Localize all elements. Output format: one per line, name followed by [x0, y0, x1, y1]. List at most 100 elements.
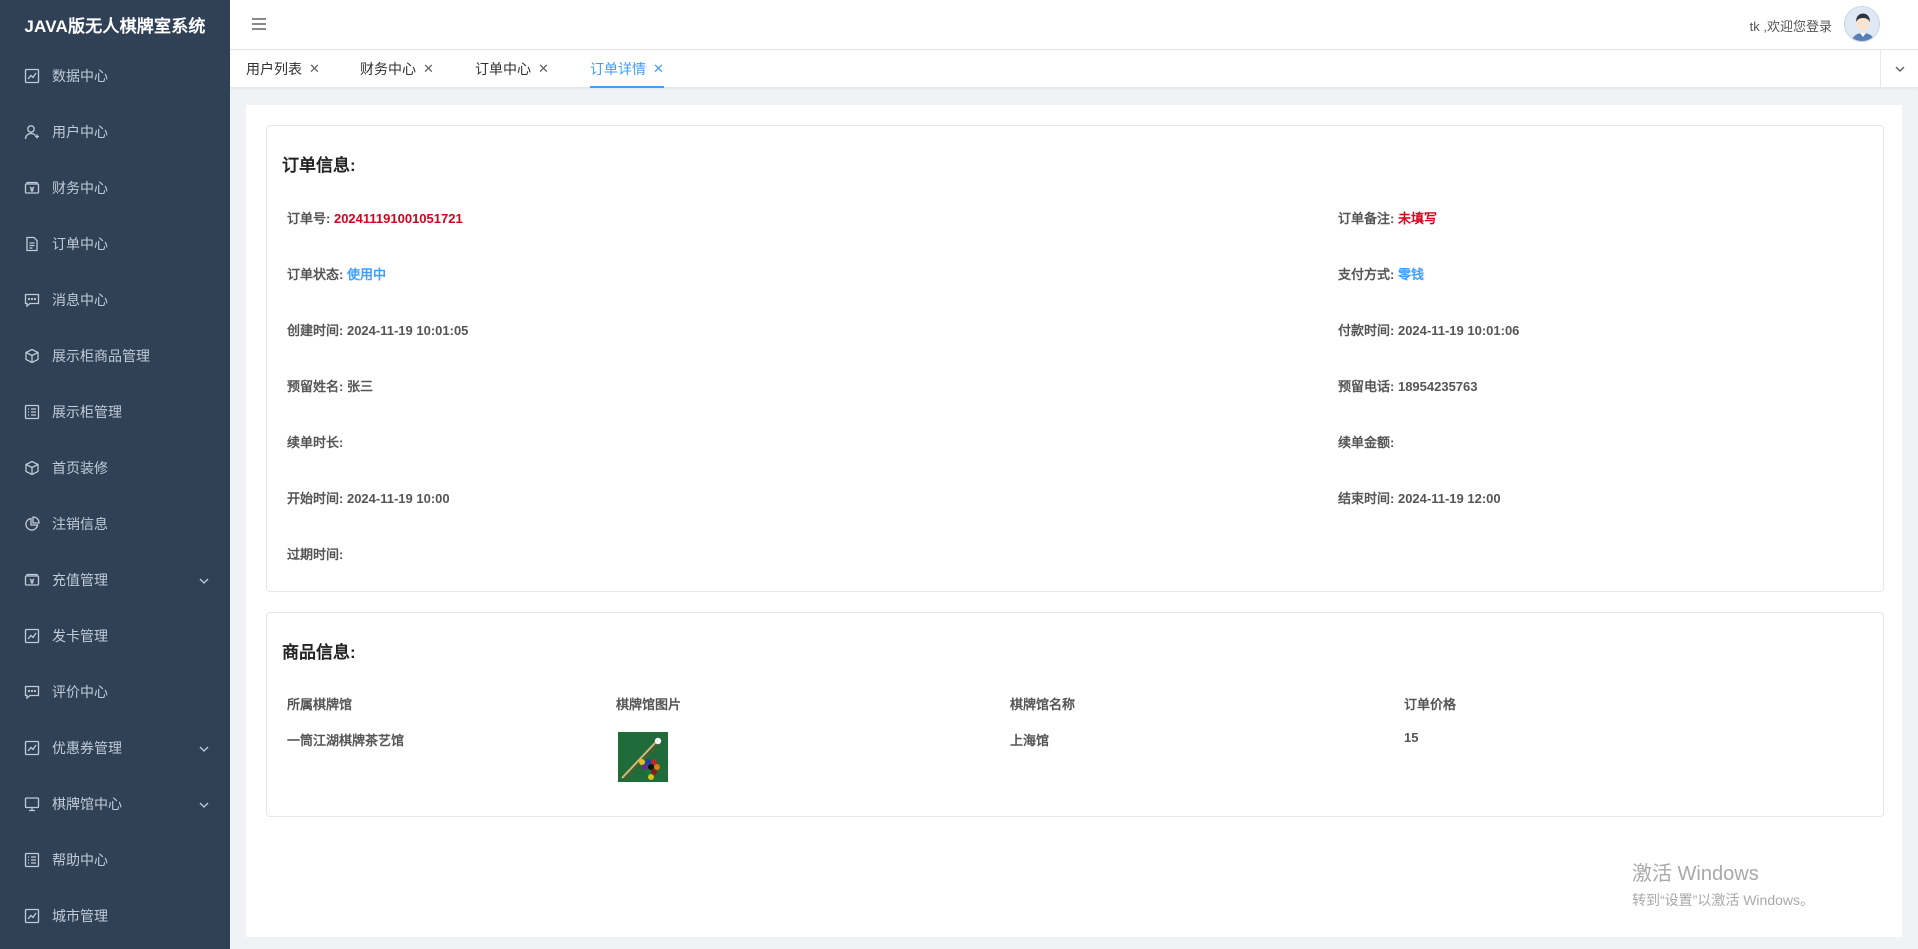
sidebar-item-card-issuing[interactable]: 发卡管理 — [0, 608, 230, 664]
order-status-label: 订单状态: — [287, 267, 344, 282]
created-time-field: 创建时间: 2024-11-19 10:01:05 — [287, 320, 468, 339]
sidebar-item-cancellation[interactable]: 注销信息 — [0, 496, 230, 552]
sidebar-item-finance-center[interactable]: 财务中心 — [0, 160, 230, 216]
chevron-down-icon — [198, 798, 210, 810]
sidebar-item-label: 帮助中心 — [52, 852, 108, 868]
tab-user-list[interactable]: 用户列表 ✕ — [246, 50, 320, 88]
chevron-down-icon — [198, 742, 210, 754]
billiards-image — [618, 732, 668, 782]
expire-time-field: 过期时间: — [287, 544, 343, 563]
tab-order-detail[interactable]: 订单详情 ✕ — [590, 50, 664, 88]
close-icon[interactable]: ✕ — [538, 61, 549, 77]
sidebar-item-label: 发卡管理 — [52, 628, 108, 644]
payment-method-field: 支付方式: 零钱 — [1338, 264, 1424, 283]
column-header-hall-image: 棋牌馆图片 — [616, 697, 682, 712]
app-title: JAVA版无人棋牌室系统 — [24, 16, 206, 36]
sidebar-item-showcase[interactable]: 展示柜管理 — [0, 384, 230, 440]
chart-icon — [24, 740, 40, 756]
sidebar-item-data-center[interactable]: 数据中心 — [0, 48, 230, 104]
close-icon[interactable]: ✕ — [309, 61, 320, 77]
box-icon — [24, 460, 40, 476]
chevron-down-icon — [1894, 66, 1905, 73]
list-icon — [24, 404, 40, 420]
order-info-title: 订单信息: — [282, 156, 356, 175]
payment-method-label: 支付方式: — [1338, 267, 1395, 282]
renew-amount-field: 续单金额: — [1338, 432, 1394, 451]
avatar[interactable] — [1844, 6, 1880, 42]
reserved-name-field: 预留姓名: 张三 — [287, 376, 373, 395]
sidebar-item-label: 充值管理 — [52, 572, 108, 588]
tab-order-center[interactable]: 订单中心 ✕ — [475, 50, 549, 88]
sidebar-item-label: 财务中心 — [52, 180, 108, 196]
hall-name-value: 上海馆 — [1010, 733, 1050, 748]
box-icon — [24, 348, 40, 364]
sidebar-item-review-center[interactable]: 评价中心 — [0, 664, 230, 720]
pie-icon — [24, 516, 40, 532]
sidebar-item-label: 优惠券管理 — [52, 740, 122, 756]
order-no-label: 订单号: — [287, 211, 331, 226]
goods-info-title: 商品信息: — [282, 643, 356, 662]
sidebar-item-home-decoration[interactable]: 首页装修 — [0, 440, 230, 496]
reserved-name-label: 预留姓名: — [287, 379, 344, 394]
message-icon — [24, 684, 40, 700]
order-remark-label: 订单备注: — [1338, 211, 1395, 226]
chart-icon — [24, 908, 40, 924]
sidebar-item-label: 数据中心 — [52, 68, 108, 84]
tab-label: 订单详情 — [590, 61, 646, 77]
order-no-value: 202411191001051721 — [333, 211, 463, 226]
sidebar-item-message-center[interactable]: 消息中心 — [0, 272, 230, 328]
created-time-value: 2024-11-19 10:01:05 — [346, 323, 469, 338]
windows-activation-watermark: 激活 Windows 转到“设置”以激活 Windows。 — [1632, 857, 1814, 910]
sidebar-item-order-center[interactable]: 订单中心 — [0, 216, 230, 272]
reserved-phone-field: 预留电话: 18954235763 — [1338, 376, 1478, 395]
sidebar-item-label: 注销信息 — [52, 516, 108, 532]
main-content: 订单信息: 订单号: 202411191001051721 订单备注: 未填写 … — [246, 105, 1902, 937]
created-time-label: 创建时间: — [287, 323, 344, 338]
renew-duration-label: 续单时长: — [287, 435, 344, 450]
end-time-label: 结束时间: — [1338, 491, 1395, 506]
renew-amount-label: 续单金额: — [1338, 435, 1395, 450]
order-remark-field: 订单备注: 未填写 — [1338, 208, 1437, 227]
sidebar-item-showcase-goods[interactable]: 展示柜商品管理 — [0, 328, 230, 384]
start-time-field: 开始时间: 2024-11-19 10:00 — [287, 488, 450, 507]
sidebar-item-coupons[interactable]: 优惠券管理 — [0, 720, 230, 776]
close-icon[interactable]: ✕ — [653, 61, 664, 77]
tab-dropdown-button[interactable] — [1880, 50, 1918, 88]
order-info-card: 订单信息: 订单号: 202411191001051721 订单备注: 未填写 … — [266, 125, 1884, 592]
top-header: tk ,欢迎您登录 — [230, 0, 1918, 50]
expire-time-label: 过期时间: — [287, 547, 344, 562]
reserved-phone-label: 预留电话: — [1338, 379, 1395, 394]
sidebar-item-label: 首页装修 — [52, 460, 108, 476]
tab-bar: 用户列表 ✕ 财务中心 ✕ 订单中心 ✕ 订单详情 ✕ — [230, 50, 1918, 88]
column-header-order-price: 订单价格 — [1404, 697, 1457, 712]
sidebar-item-label: 棋牌馆中心 — [52, 796, 122, 812]
reserved-phone-value: 18954235763 — [1397, 379, 1478, 394]
sidebar-item-label: 城市管理 — [52, 908, 108, 924]
paid-time-value: 2024-11-19 10:01:06 — [1397, 323, 1520, 338]
user-avatar-icon — [1845, 7, 1879, 41]
sidebar-item-city-management[interactable]: 城市管理 — [0, 888, 230, 944]
message-icon — [24, 292, 40, 308]
chevron-down-icon — [198, 574, 210, 586]
column-header-hall-name: 棋牌馆名称 — [1010, 697, 1076, 712]
sidebar-item-user-center[interactable]: 用户中心 — [0, 104, 230, 160]
sidebar-item-label: 用户中心 — [52, 124, 108, 140]
end-time-value: 2024-11-19 12:00 — [1397, 491, 1501, 506]
tab-label: 财务中心 — [360, 61, 416, 77]
sidebar-item-label: 订单中心 — [52, 236, 108, 252]
hamburger-icon[interactable] — [250, 15, 268, 33]
order-status-value: 使用中 — [346, 267, 386, 282]
tab-finance-center[interactable]: 财务中心 ✕ — [360, 50, 434, 88]
payment-method-value: 零钱 — [1397, 267, 1424, 282]
start-time-value: 2024-11-19 10:00 — [346, 491, 450, 506]
goods-info-card: 商品信息: 所属棋牌馆 棋牌馆图片 棋牌馆名称 订单价格 一筒江湖棋牌茶艺馆 上… — [266, 612, 1884, 817]
sidebar-item-recharge[interactable]: 充值管理 — [0, 552, 230, 608]
money-icon — [24, 180, 40, 196]
money-icon — [24, 572, 40, 588]
hall-image[interactable] — [618, 732, 668, 782]
order-remark-value: 未填写 — [1397, 211, 1437, 226]
sidebar-item-hall-center[interactable]: 棋牌馆中心 — [0, 776, 230, 832]
order-price-value: 15 — [1404, 730, 1419, 745]
close-icon[interactable]: ✕ — [423, 61, 434, 77]
sidebar-item-help-center[interactable]: 帮助中心 — [0, 832, 230, 888]
